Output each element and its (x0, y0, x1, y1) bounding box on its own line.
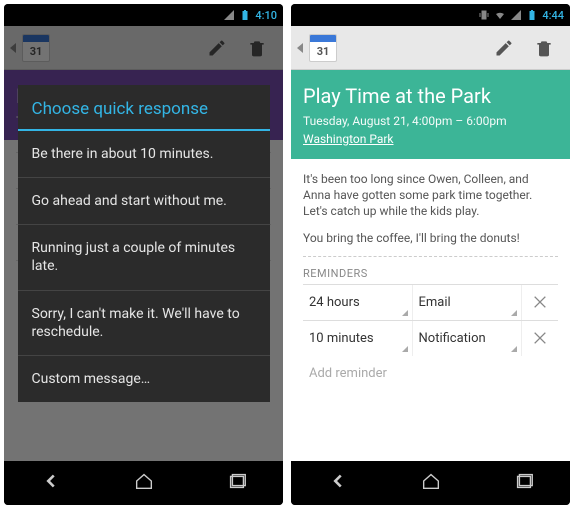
event-location-link[interactable]: Washington Park (303, 132, 394, 146)
dialog-item[interactable]: Be there in about 10 minutes. (18, 131, 270, 178)
phone-left: 4:10 31 Movie night Today, 4:00pm – 6:00… (4, 4, 283, 505)
event-title: Play Time at the Park (303, 84, 558, 108)
close-icon (532, 294, 548, 310)
delete-button[interactable] (524, 28, 564, 68)
reminder-method-spinner[interactable]: Notification (413, 321, 523, 356)
event-subtitle: Tuesday, August 21, 4:00pm – 6:00pm (303, 114, 558, 128)
signal-icon (510, 9, 522, 21)
nav-bar (291, 461, 570, 505)
nav-recent-icon (513, 470, 535, 492)
edit-button[interactable] (484, 28, 524, 68)
dialog-item[interactable]: Running just a couple of minutes late. (18, 225, 270, 290)
status-bar: 4:10 (4, 4, 283, 26)
close-icon (532, 330, 548, 346)
reminder-remove-button[interactable] (522, 294, 558, 310)
quick-response-dialog: Choose quick response Be there in about … (18, 85, 270, 402)
nav-back-button[interactable] (327, 470, 349, 496)
action-bar: 31 (291, 26, 570, 70)
battery-icon (239, 9, 251, 21)
reminder-row: 10 minutes Notification (303, 320, 558, 356)
wifi-icon (494, 9, 506, 21)
status-time: 4:44 (542, 9, 564, 22)
nav-recent-button[interactable] (226, 470, 248, 496)
back-chevron-icon (297, 43, 303, 53)
add-reminder-button[interactable]: Add reminder (303, 356, 558, 391)
event-description: It's been too long since Owen, Colleen, … (303, 171, 558, 220)
reminder-method-spinner[interactable]: Email (413, 285, 523, 320)
pencil-icon (494, 38, 514, 58)
battery-icon (526, 9, 538, 21)
nav-back-icon (40, 470, 62, 492)
nav-back-button[interactable] (40, 470, 62, 496)
nav-home-button[interactable] (420, 470, 442, 496)
nav-home-icon (420, 470, 442, 492)
reminder-row: 24 hours Email (303, 284, 558, 320)
actionbar-up[interactable]: 31 (297, 34, 337, 62)
dialog-item[interactable]: Custom message… (18, 356, 270, 402)
nav-back-icon (327, 470, 349, 492)
nav-home-button[interactable] (133, 470, 155, 496)
event-body: It's been too long since Owen, Colleen, … (291, 159, 570, 461)
nav-recent-button[interactable] (513, 470, 535, 496)
nav-bar (4, 461, 283, 505)
reminder-remove-button[interactable] (522, 330, 558, 346)
dialog-title: Choose quick response (18, 85, 270, 131)
phone-right: 4:44 31 Play Time at the Park Tuesday, A… (291, 4, 570, 505)
event-description: You bring the coffee, I'll bring the don… (303, 230, 558, 246)
status-time: 4:10 (255, 9, 277, 22)
signal-icon (223, 9, 235, 21)
reminders-label: REMINDERS (303, 267, 558, 280)
calendar-app-icon: 31 (309, 34, 337, 62)
modal-overlay[interactable]: Choose quick response Be there in about … (4, 26, 283, 461)
reminder-time-spinner[interactable]: 24 hours (303, 285, 413, 320)
reminder-time-spinner[interactable]: 10 minutes (303, 321, 413, 356)
status-bar: 4:44 (291, 4, 570, 26)
divider (303, 256, 558, 257)
vibrate-icon (478, 9, 490, 21)
dialog-item[interactable]: Sorry, I can't make it. We'll have to re… (18, 291, 270, 356)
nav-recent-icon (226, 470, 248, 492)
trash-icon (534, 38, 554, 58)
event-header: Play Time at the Park Tuesday, August 21… (291, 70, 570, 159)
nav-home-icon (133, 470, 155, 492)
dialog-item[interactable]: Go ahead and start without me. (18, 178, 270, 225)
